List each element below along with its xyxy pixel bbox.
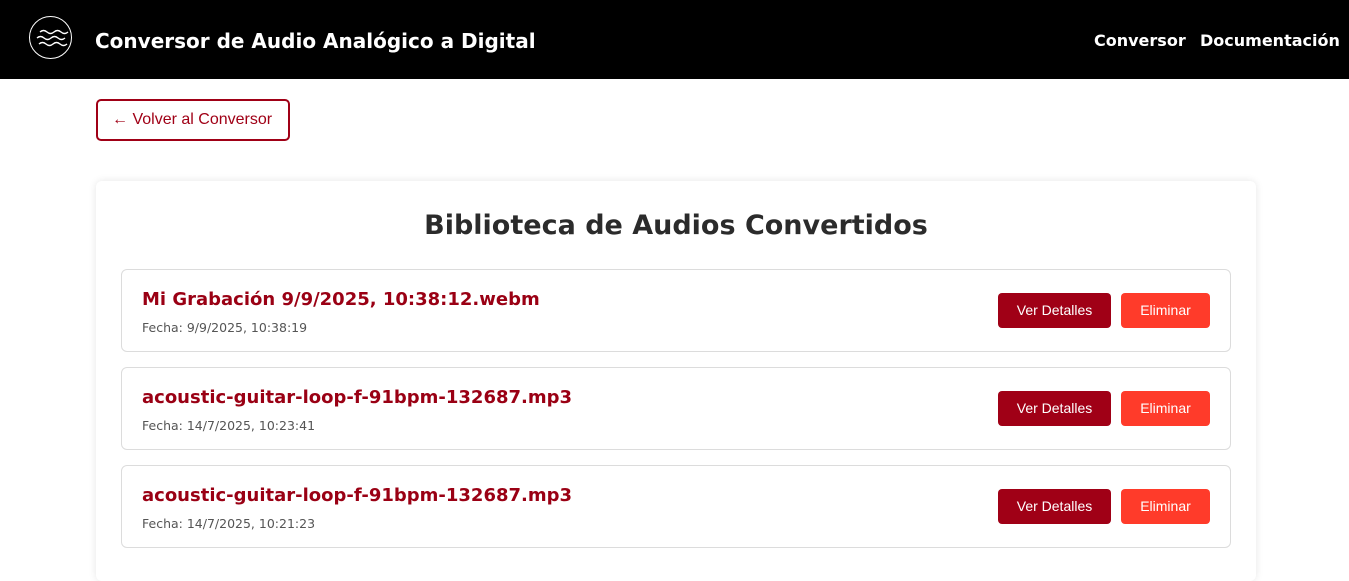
page-title: Biblioteca de Audios Convertidos — [424, 210, 928, 241]
audio-list-item: acoustic-guitar-loop-f-91bpm-132687.mp3 … — [121, 465, 1231, 548]
audio-date: Fecha: 14/7/2025, 10:21:23 — [142, 516, 316, 531]
view-details-button[interactable]: Ver Detalles — [998, 293, 1111, 328]
waves-icon[interactable] — [29, 16, 72, 59]
view-details-button[interactable]: Ver Detalles — [998, 489, 1111, 524]
app-title: Conversor de Audio Analógico a Digital — [95, 29, 536, 53]
delete-button[interactable]: Eliminar — [1121, 489, 1210, 524]
audio-file-name: Mi Grabación 9/9/2025, 10:38:12.webm — [142, 289, 540, 310]
audio-date: Fecha: 14/7/2025, 10:23:41 — [142, 418, 316, 433]
audio-list-item: Mi Grabación 9/9/2025, 10:38:12.webm Fec… — [121, 269, 1231, 352]
top-navbar: Conversor de Audio Analógico a Digital C… — [0, 0, 1349, 79]
audio-file-name: acoustic-guitar-loop-f-91bpm-132687.mp3 — [142, 485, 573, 506]
nav-link-conversor[interactable]: Conversor — [1094, 31, 1186, 51]
delete-button[interactable]: Eliminar — [1121, 293, 1210, 328]
audio-file-name: acoustic-guitar-loop-f-91bpm-132687.mp3 — [142, 387, 573, 408]
view-details-button[interactable]: Ver Detalles — [998, 391, 1111, 426]
audio-list-item: acoustic-guitar-loop-f-91bpm-132687.mp3 … — [121, 367, 1231, 450]
nav-link-documentacion[interactable]: Documentación — [1200, 31, 1340, 51]
delete-button[interactable]: Eliminar — [1121, 391, 1210, 426]
back-to-converter-button[interactable]: ← Volver al Conversor — [96, 99, 290, 141]
audio-date: Fecha: 9/9/2025, 10:38:19 — [142, 320, 308, 335]
